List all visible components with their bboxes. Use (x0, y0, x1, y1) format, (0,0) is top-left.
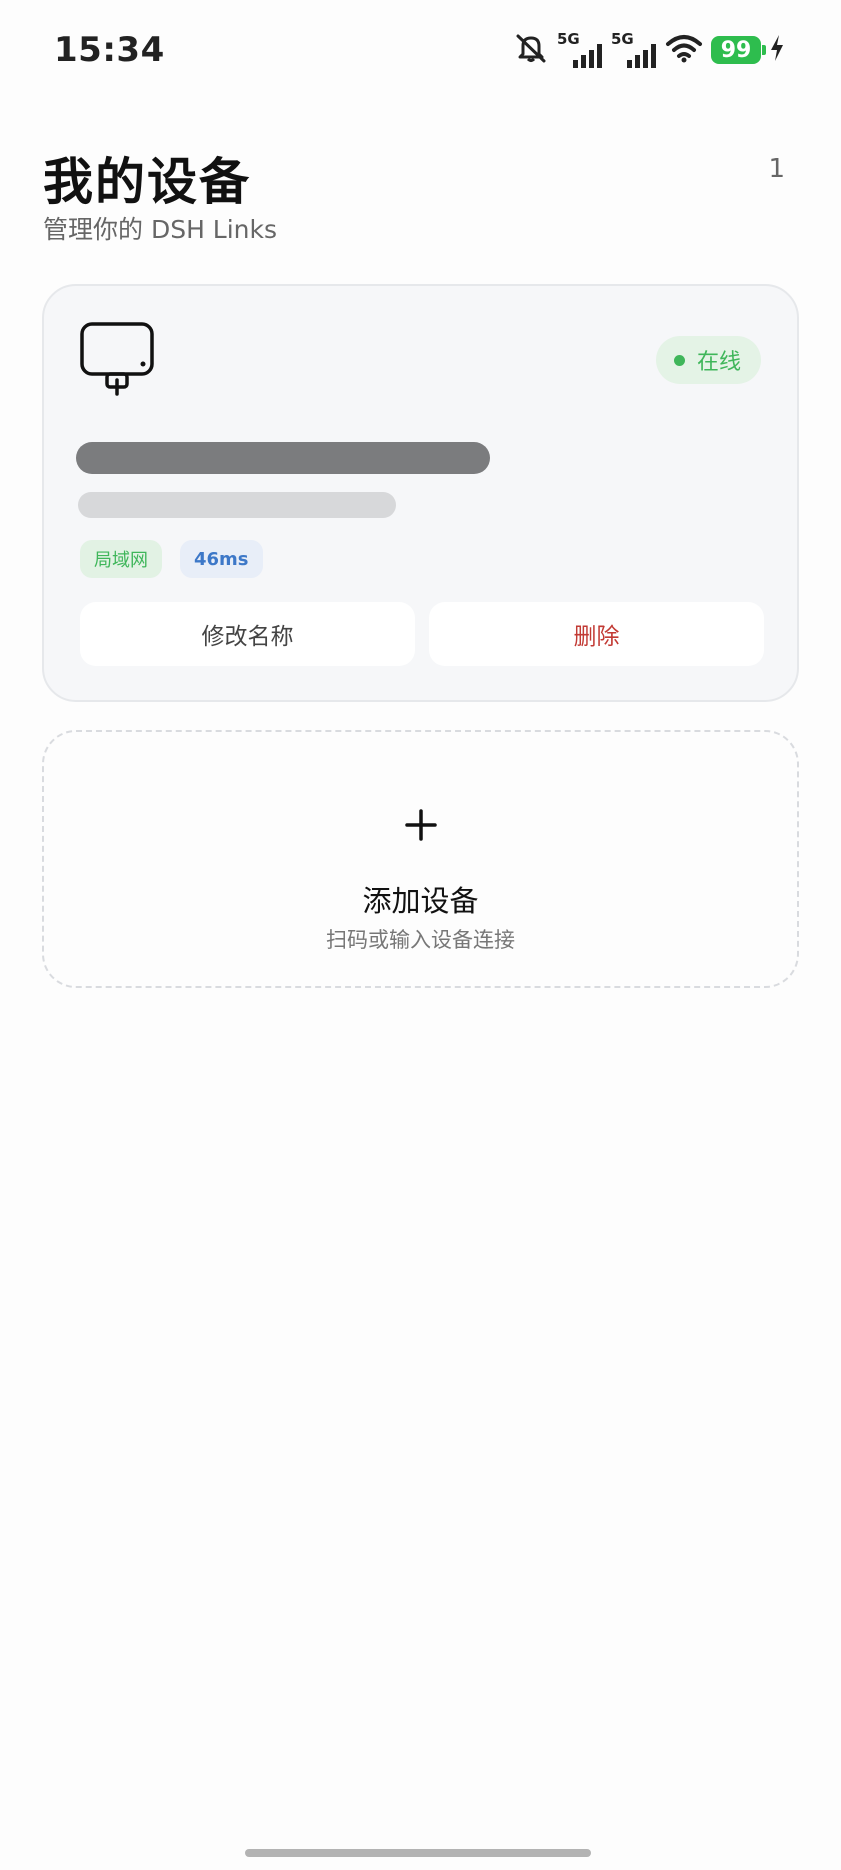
status-badge: 在线 (655, 336, 761, 384)
home-indicator[interactable] (245, 1849, 591, 1857)
device-info-redacted (78, 492, 396, 518)
add-device-card[interactable]: 添加设备 扫码或输入设备连接 (42, 730, 799, 988)
page-subtitle: 管理你的 DSH Links (43, 215, 278, 244)
battery-icon: 99 (711, 36, 766, 64)
add-device-title: 添加设备 (362, 884, 479, 918)
page-title: 我的设备 (43, 153, 251, 211)
plus-icon (404, 808, 438, 846)
mute-icon (513, 32, 549, 68)
status-time: 15:34 (54, 30, 165, 70)
delete-button[interactable]: 删除 (429, 602, 764, 666)
monitor-icon (80, 322, 156, 402)
charging-icon (769, 34, 785, 66)
cellular-signal-1-icon: 5G (557, 30, 603, 68)
status-bar: 15:34 5G 5G 99 (0, 0, 841, 100)
cellular-signal-2-icon: 5G (611, 30, 657, 68)
online-dot-icon (673, 354, 685, 366)
wifi-icon (665, 33, 703, 67)
latency-tag: 46ms (180, 540, 263, 578)
status-icons: 5G 5G 99 (513, 30, 785, 70)
device-count: 1 (768, 154, 785, 184)
device-card[interactable]: 在线 局域网 46ms 修改名称 删除 (42, 284, 799, 702)
status-text: 在线 (696, 350, 741, 375)
connection-tag: 局域网 (80, 540, 162, 578)
device-name-redacted (76, 442, 490, 474)
add-device-subtitle: 扫码或输入设备连接 (326, 928, 515, 952)
rename-button[interactable]: 修改名称 (80, 602, 415, 666)
